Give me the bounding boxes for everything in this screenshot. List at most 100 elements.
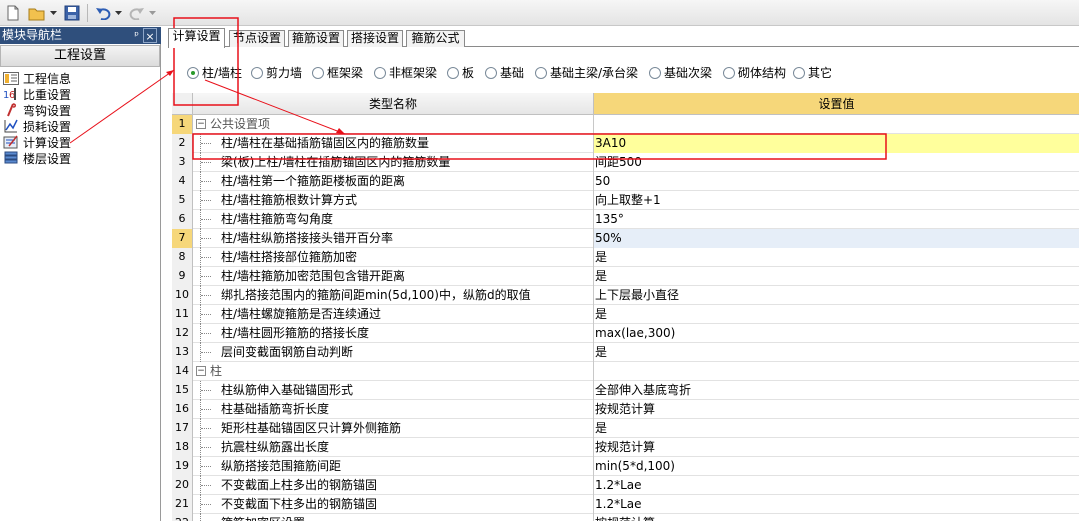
column-header-value[interactable]: 设置值 [594,93,1079,115]
collapse-icon[interactable]: − [196,366,206,376]
row-value-cell[interactable]: 间距500 [594,153,1079,172]
table-row[interactable]: 5 柱/墙柱箍筋根数计算方式 向上取整+1 [172,191,1079,210]
row-value-cell[interactable]: 是 [594,267,1079,286]
tab-calc-settings[interactable]: 计算设置 [168,28,225,48]
row-value-cell[interactable]: 上下层最小直径 [594,286,1079,305]
nav-section-project-settings[interactable]: 工程设置 [0,45,160,67]
row-value-cell[interactable]: 3A10 [594,134,1079,153]
row-value-cell[interactable] [594,115,1079,134]
row-value-cell[interactable]: 是 [594,343,1079,362]
undo-icon[interactable] [94,3,112,23]
nav-item-hook-settings[interactable]: 弯钩设置 [2,102,158,118]
radio-non-frame-beam[interactable]: 非框架梁 [374,64,437,81]
radio-foundation-secondary-beam[interactable]: 基础次梁 [649,64,712,81]
table-row[interactable]: 20 不变截面上柱多出的钢筋锚固 1.2*Lae [172,476,1079,495]
nav-item-project-info[interactable]: 工程信息 [2,70,158,86]
row-value-cell[interactable]: 50 [594,172,1079,191]
tree-line [200,343,212,362]
row-value-cell[interactable]: 50% [594,229,1079,248]
table-row[interactable]: 13 层间变截面钢筋自动判断 是 [172,343,1079,362]
row-name-cell: 矩形柱基础锚固区只计算外侧箍筋 [193,419,594,438]
row-value-cell[interactable]: 135° [594,210,1079,229]
row-value-cell[interactable]: 1.2*Lae [594,476,1079,495]
tab-stirrup-settings[interactable]: 箍筋设置 [288,30,344,47]
radio-foundation-main-beam[interactable]: 基础主梁/承台梁 [535,64,638,81]
pin-icon[interactable]: ᵖ [134,27,139,44]
row-value-cell[interactable] [594,362,1079,381]
row-value-cell[interactable]: 是 [594,305,1079,324]
row-value-cell[interactable]: 是 [594,248,1079,267]
table-row[interactable]: 10 绑扎搭接范围内的箍筋间距min(5d,100)中，纵筋d的取值 上下层最小直径 [172,286,1079,305]
save-icon[interactable] [63,3,81,23]
radio-shear-wall[interactable]: 剪力墙 [251,64,302,81]
table-row[interactable]: 8 柱/墙柱搭接部位箍筋加密 是 [172,248,1079,267]
open-folder-icon[interactable] [27,3,47,23]
row-name-cell: 梁(板)上柱/墙柱在插筋锚固区内的箍筋数量 [193,153,594,172]
row-name-label: 公共设置项 [210,117,271,131]
undo-dropdown-icon[interactable] [113,3,123,23]
table-row[interactable]: 9 柱/墙柱箍筋加密范围包含错开距离 是 [172,267,1079,286]
table-row[interactable]: 21 不变截面下柱多出的钢筋锚固 1.2*Lae [172,495,1079,514]
nav-item-floor-settings[interactable]: 楼层设置 [2,150,158,166]
grid-rows: 1− 公共设置项 2 柱/墙柱在基础插筋锚固区内的箍筋数量 3A10 3 梁(板)上柱/墙柱… [172,115,1079,521]
table-row[interactable]: 22 箍筋加密区设置 按规范计算 [172,514,1079,521]
row-name-label: 梁(板)上柱/墙柱在插筋锚固区内的箍筋数量 [221,155,451,169]
radio-frame-beam[interactable]: 框架梁 [312,64,363,81]
row-name-cell: − 柱 [193,362,594,381]
row-value-cell[interactable]: 按规范计算 [594,514,1079,521]
table-row[interactable]: 17 矩形柱基础锚固区只计算外侧箍筋 是 [172,419,1079,438]
row-value-cell[interactable]: 按规范计算 [594,438,1079,457]
table-row[interactable]: 18 抗震柱纵筋露出长度 按规范计算 [172,438,1079,457]
tree-line [200,495,212,514]
radio-column[interactable]: 柱/墙柱 [187,64,242,81]
table-row[interactable]: 12 柱/墙柱圆形箍筋的搭接长度 max(lae,300) [172,324,1079,343]
table-row[interactable]: 6 柱/墙柱箍筋弯勾角度 135° [172,210,1079,229]
ruler-icon: 16 [2,87,20,101]
collapse-icon[interactable]: − [196,119,206,129]
table-row[interactable]: 4 柱/墙柱第一个箍筋距楼板面的距离 50 [172,172,1079,191]
tree-line [200,400,212,419]
row-name-label: 层间变截面钢筋自动判断 [221,345,354,359]
radio-other[interactable]: 其它 [793,64,832,81]
radio-slab[interactable]: 板 [447,64,474,81]
grid-group-row[interactable]: 14− 柱 [172,362,1079,381]
tab-stirrup-formula[interactable]: 箍筋公式 [406,30,465,47]
radio-foundation[interactable]: 基础 [485,64,524,81]
row-name-label: 柱/墙柱箍筋加密范围包含错开距离 [221,269,406,283]
tab-node-settings[interactable]: 节点设置 [229,30,285,47]
redo-dropdown-icon[interactable] [147,3,157,23]
row-name-label: 柱纵筋伸入基础锚固形式 [221,383,354,397]
row-name-label: 柱/墙柱第一个箍筋距楼板面的距离 [221,174,406,188]
tab-lap-settings[interactable]: 搭接设置 [347,30,403,47]
table-row[interactable]: 19 纵筋搭接范围箍筋间距 min(5*d,100) [172,457,1079,476]
radio-masonry[interactable]: 砌体结构 [723,64,786,81]
radio-label: 非框架梁 [389,66,438,80]
table-row[interactable]: 3 梁(板)上柱/墙柱在插筋锚固区内的箍筋数量 间距500 [172,153,1079,172]
row-number: 19 [172,457,193,476]
grid-group-row[interactable]: 1− 公共设置项 [172,115,1079,134]
tree-line [200,286,212,305]
close-icon[interactable]: × [143,28,157,43]
table-row[interactable]: 11 柱/墙柱螺旋箍筋是否连续通过 是 [172,305,1079,324]
tree-line [200,248,212,267]
nav-item-loss-settings[interactable]: 损耗设置 [2,118,158,134]
dropdown-arrow-icon[interactable] [48,3,58,23]
table-row[interactable]: 7 柱/墙柱纵筋搭接接头错开百分率 50% [172,229,1079,248]
table-row[interactable]: 2 柱/墙柱在基础插筋锚固区内的箍筋数量 3A10 [172,134,1079,153]
column-header-name[interactable]: 类型名称 [193,93,594,115]
nav-item-calc-settings[interactable]: 计算设置 [2,134,158,150]
row-value-cell[interactable]: max(lae,300) [594,324,1079,343]
table-row[interactable]: 16 柱基础插筋弯折长度 按规范计算 [172,400,1079,419]
row-name-label: 矩形柱基础锚固区只计算外侧箍筋 [221,421,402,435]
nav-item-weight-settings[interactable]: 16 比重设置 [2,86,158,102]
row-value-cell[interactable]: 1.2*Lae [594,495,1079,514]
row-value-cell[interactable]: 向上取整+1 [594,191,1079,210]
nav-title-label: 模块导航栏 [2,28,63,42]
row-value-cell[interactable]: 按规范计算 [594,400,1079,419]
redo-icon[interactable] [128,3,146,23]
row-value-cell[interactable]: 是 [594,419,1079,438]
new-file-icon[interactable] [4,3,22,23]
row-value-cell[interactable]: 全部伸入基底弯折 [594,381,1079,400]
row-value-cell[interactable]: min(5*d,100) [594,457,1079,476]
table-row[interactable]: 15 柱纵筋伸入基础锚固形式 全部伸入基底弯折 [172,381,1079,400]
